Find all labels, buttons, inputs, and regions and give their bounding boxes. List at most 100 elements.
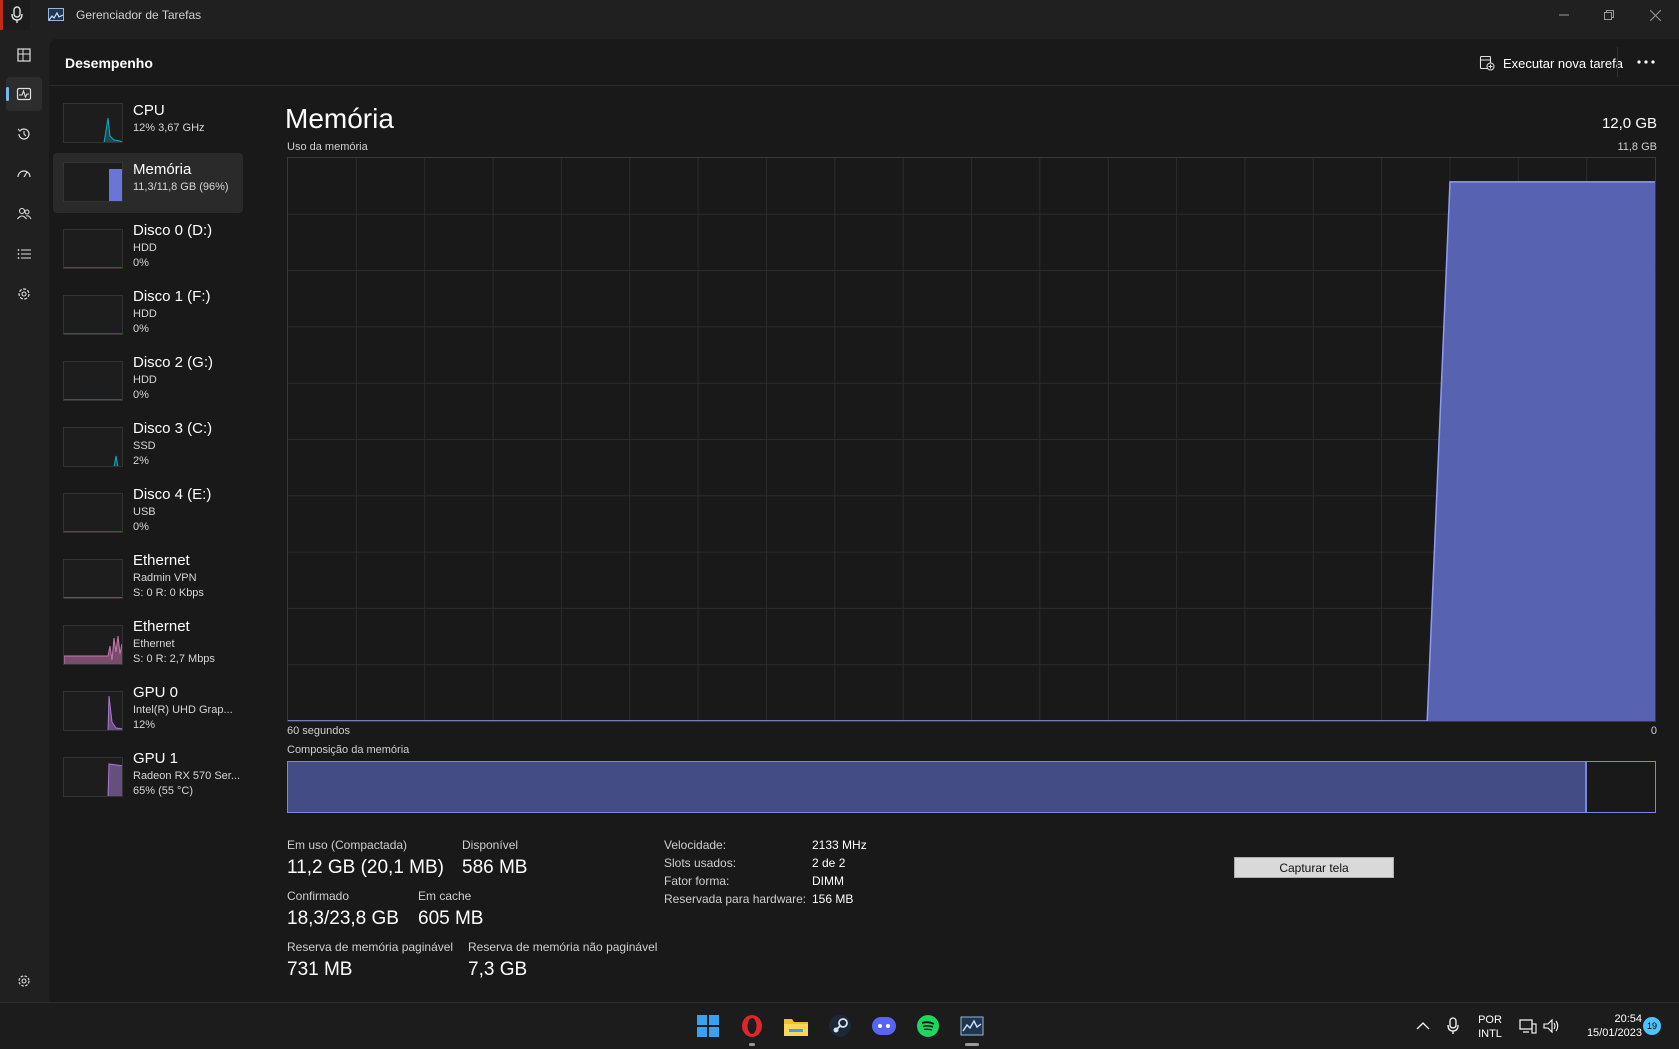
startup-apps-icon[interactable] (6, 157, 42, 191)
more-options-icon[interactable] (1631, 49, 1661, 75)
language-indicator[interactable]: POR INTL (1470, 1013, 1510, 1041)
clock-time: 20:54 (1614, 1013, 1642, 1025)
sidebar-item[interactable]: Disco 3 (C:) SSD 2% (53, 412, 243, 472)
sidebar-item-detail: USB (133, 506, 156, 518)
sidebar-item-title: Disco 3 (C:) (133, 420, 213, 437)
memory-usage-graph (287, 157, 1656, 722)
sidebar-thumbnail-graph (63, 361, 123, 401)
processes-icon[interactable] (6, 38, 42, 72)
opera-browser-icon[interactable] (739, 1013, 765, 1039)
sidebar-item[interactable]: Disco 0 (D:) HDD 0% (53, 214, 243, 274)
sidebar-item[interactable]: GPU 0 Intel(R) UHD Grap... 12% (53, 676, 243, 736)
sidebar-item-title: Ethernet (133, 552, 190, 569)
spotify-icon[interactable] (915, 1013, 941, 1039)
sidebar-item[interactable]: Disco 2 (G:) HDD 0% (53, 346, 243, 406)
run-task-label: Executar nova tarefa (1503, 55, 1623, 71)
sidebar-item[interactable]: Memória 11,3/11,8 GB (96%) (53, 153, 243, 213)
composition-in-use (288, 762, 1587, 812)
page-header: Desempenho Executar nova tarefa (49, 39, 1679, 86)
time-end-label: 0 (1650, 725, 1657, 737)
discord-icon[interactable] (871, 1013, 897, 1039)
cached-label: Em cache (418, 889, 472, 903)
app-history-icon[interactable] (6, 117, 42, 151)
chevron-up-icon[interactable] (1413, 1013, 1433, 1039)
sidebar-item-title: Disco 2 (G:) (133, 354, 214, 371)
run-new-task-button[interactable]: Executar nova tarefa (1479, 52, 1623, 74)
paged-pool-value: 731 MB (287, 959, 353, 980)
nonpaged-pool-value: 7,3 GB (468, 959, 528, 980)
sidebar-thumbnail-graph (63, 103, 123, 143)
sidebar-item[interactable]: GPU 1 Radeon RX 570 Ser... 65% (55 °C) (53, 742, 243, 802)
start-icon[interactable] (695, 1013, 721, 1039)
microphone-icon[interactable] (0, 0, 30, 30)
usage-label: Uso da memória (287, 141, 368, 153)
file-explorer-icon[interactable] (783, 1013, 809, 1039)
sidebar-item-detail: HDD (133, 308, 157, 320)
task-manager-app-icon (48, 8, 64, 21)
available-label: Disponível (462, 838, 519, 852)
sidebar-item-title: CPU (133, 102, 165, 119)
settings-icon[interactable] (10, 968, 38, 994)
tray-microphone-icon[interactable] (1443, 1013, 1463, 1039)
restore-button[interactable] (1586, 0, 1632, 30)
capture-screen-button[interactable]: Capturar tela (1234, 857, 1394, 878)
sidebar-thumbnail-graph (63, 625, 123, 665)
sidebar-item-detail: 12% 3,67 GHz (133, 122, 205, 134)
hardware-reserved-label: Reservada para hardware: (664, 892, 807, 906)
sidebar-item-value: 0% (133, 257, 149, 269)
sidebar-item-value: 2% (133, 455, 149, 467)
sidebar-item[interactable]: Disco 1 (F:) HDD 0% (53, 280, 243, 340)
header-divider (1617, 47, 1618, 77)
sidebar-item-detail: HDD (133, 242, 157, 254)
sidebar-thumbnail-graph (63, 229, 123, 269)
sidebar-item-detail: Radmin VPN (133, 572, 197, 584)
sidebar-item-title: GPU 1 (133, 750, 179, 767)
close-button[interactable] (1632, 0, 1678, 30)
sidebar-item-value: 0% (133, 389, 149, 401)
clock[interactable]: 20:54 15/01/2023 (1572, 1012, 1642, 1040)
users-icon[interactable] (6, 197, 42, 231)
slots-label: Slots usados: (664, 856, 737, 870)
steam-icon[interactable] (827, 1013, 853, 1039)
nonpaged-pool-label: Reserva de memória não paginável (468, 940, 658, 954)
sidebar-item-title: Disco 1 (F:) (133, 288, 211, 305)
memory-usage-chart (288, 158, 1655, 721)
page-title: Desempenho (65, 55, 153, 71)
task-manager-taskbar-icon[interactable] (959, 1013, 985, 1039)
sidebar-item[interactable]: Ethernet Radmin VPN S: 0 R: 0 Kbps (53, 544, 243, 604)
sidebar-item[interactable]: CPU 12% 3,67 GHz (53, 94, 243, 154)
in-use-value: 11,2 GB (20,1 MB) (287, 857, 444, 878)
graph-max-label: 11,8 GB (1617, 141, 1657, 153)
hardware-reserved-value: 156 MB (812, 892, 854, 906)
network-icon[interactable] (1518, 1013, 1538, 1039)
memory-composition-bar (287, 761, 1656, 813)
sidebar-item-title: Disco 4 (E:) (133, 486, 212, 503)
performance-icon[interactable] (6, 77, 42, 111)
volume-icon[interactable] (1542, 1013, 1562, 1039)
sidebar-thumbnail-graph (63, 559, 123, 599)
title-bar: Gerenciador de Tarefas (0, 0, 1679, 30)
total-memory: 12,0 GB (1601, 115, 1657, 132)
navigation-rail (0, 30, 48, 1002)
minimize-button[interactable] (1541, 0, 1587, 30)
sidebar-item-value: 12% (133, 719, 156, 731)
notification-badge[interactable]: 19 (1643, 1017, 1661, 1035)
sidebar-item-detail: HDD (133, 374, 157, 386)
services-icon[interactable] (6, 277, 42, 311)
sidebar-thumbnail-graph (63, 691, 123, 731)
speed-label: Velocidade: (664, 838, 727, 852)
sidebar-item[interactable]: Disco 4 (E:) USB 0% (53, 478, 243, 538)
sidebar-item-detail: Intel(R) UHD Grap... (133, 704, 233, 716)
slots-value: 2 de 2 (812, 856, 846, 870)
task-manager-running-indicator (965, 1043, 979, 1046)
paged-pool-label: Reserva de memória paginável (287, 940, 454, 954)
opera-running-indicator (749, 1043, 755, 1046)
available-value: 586 MB (462, 857, 528, 878)
cached-value: 605 MB (418, 908, 484, 929)
details-icon[interactable] (6, 237, 42, 271)
sidebar-item[interactable]: Ethernet Ethernet S: 0 R: 2,7 Mbps (53, 610, 243, 670)
sidebar-item-detail: Ethernet (133, 638, 175, 650)
in-use-label: Em uso (Compactada) (287, 838, 408, 852)
clock-date: 15/01/2023 (1586, 1027, 1642, 1039)
form-factor-label: Fator forma: (664, 874, 730, 888)
